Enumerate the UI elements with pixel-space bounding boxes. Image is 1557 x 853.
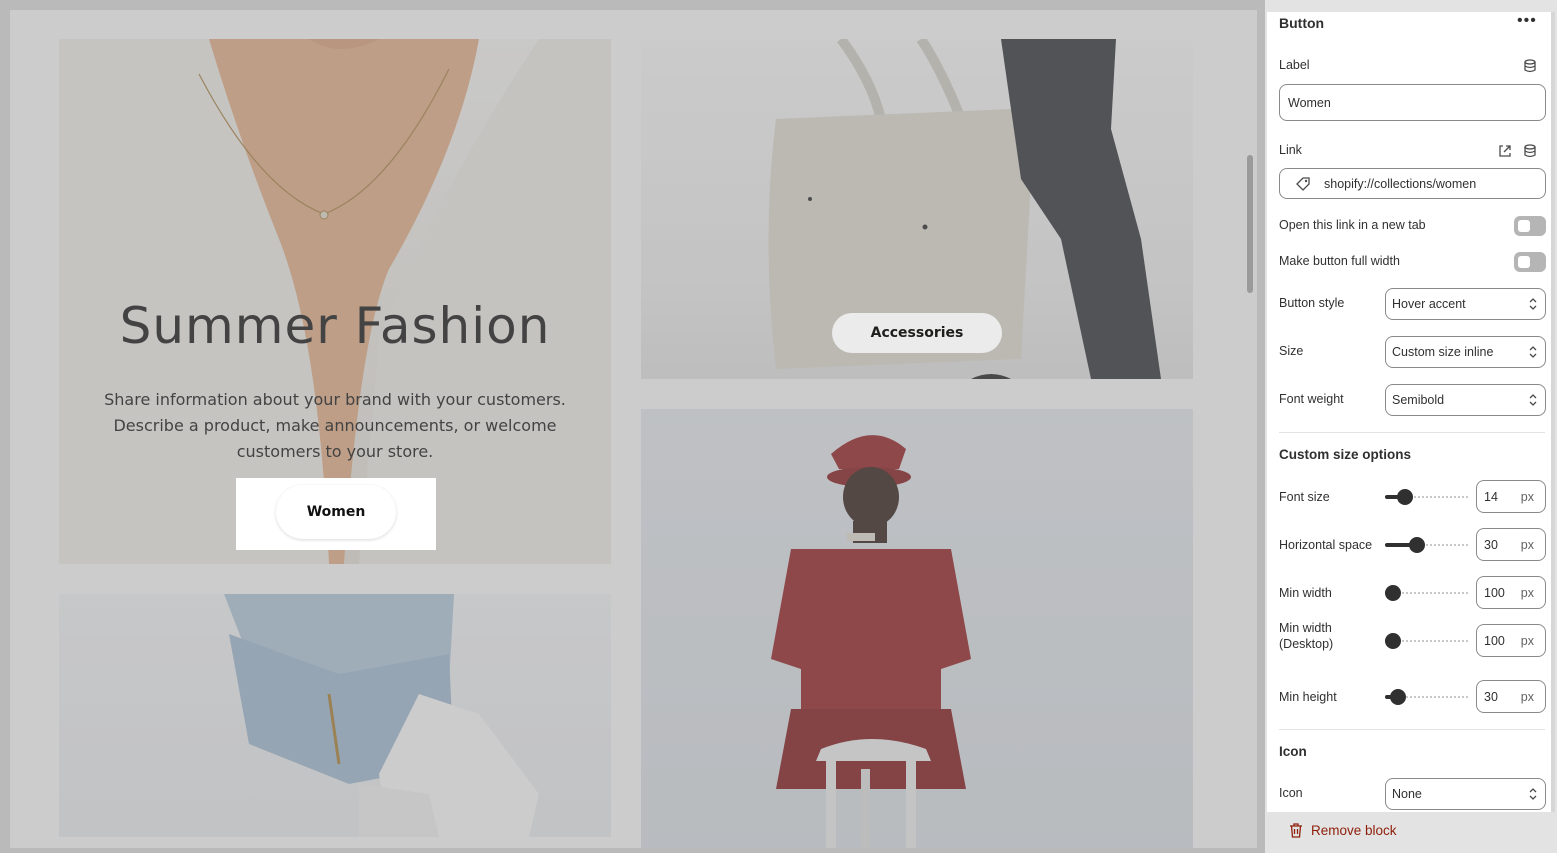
slider-number-input[interactable]: 100 px (1476, 576, 1546, 609)
slider-thumb (1397, 489, 1413, 505)
slider-value: 30 (1484, 690, 1498, 704)
slider-label: Min height (1279, 690, 1337, 704)
slider-value: 100 (1484, 586, 1505, 600)
select-chevron-icon (1529, 298, 1537, 310)
section-divider (1279, 729, 1545, 730)
accessories-button[interactable]: Accessories (832, 313, 1002, 353)
slider-thumb (1390, 689, 1406, 705)
slider-number-input[interactable]: 14 px (1476, 480, 1546, 513)
select-chevron-icon (1529, 788, 1537, 800)
select-chevron-icon (1529, 394, 1537, 406)
slider-value: 14 (1484, 490, 1498, 504)
panel-scrollbar[interactable] (1551, 12, 1555, 812)
collection-tag-icon (1296, 176, 1310, 191)
jeans-photo (224, 594, 539, 837)
preview-scrollbar[interactable] (1247, 155, 1253, 293)
full-width-toggle-label: Make button full width (1279, 254, 1400, 268)
slider-thumb (1409, 537, 1425, 553)
new-tab-toggle-label: Open this link in a new tab (1279, 218, 1426, 232)
link-input-value: shopify://collections/women (1324, 176, 1477, 191)
range-slider[interactable] (1385, 585, 1469, 601)
label-field-label: Label (1279, 58, 1310, 72)
font-weight-label: Font weight (1279, 392, 1344, 406)
select-chevron-icon (1529, 346, 1537, 358)
button-style-select[interactable]: Hover accent (1385, 288, 1546, 320)
man-photo (771, 435, 971, 848)
slider-label: Min width (1279, 586, 1332, 600)
link-dynamic-source-icon[interactable] (1522, 143, 1538, 159)
slider-number-input[interactable]: 30 px (1476, 680, 1546, 713)
more-horizontal-icon[interactable]: ••• (1517, 12, 1537, 30)
new-tab-toggle[interactable] (1514, 216, 1546, 236)
trash-icon (1290, 823, 1302, 838)
theme-preview: Summer Fashion Share information about y… (10, 10, 1257, 848)
external-link-icon[interactable] (1497, 143, 1513, 159)
icon-select-value: None (1392, 787, 1422, 801)
slider-unit: px (1520, 690, 1534, 704)
slider-value: 30 (1484, 538, 1498, 552)
link-input[interactable]: shopify://collections/women (1279, 168, 1546, 199)
full-width-toggle[interactable] (1514, 252, 1546, 272)
size-value: Custom size inline (1392, 345, 1494, 359)
slider-number-input[interactable]: 30 px (1476, 528, 1546, 561)
slider-label: Horizontal space (1279, 538, 1373, 552)
slider-unit: px (1520, 586, 1534, 600)
range-slider[interactable] (1385, 689, 1469, 705)
icon-section-heading: Icon (1279, 744, 1307, 759)
block-settings-panel: Button ••• Label Women Link shopify://co… (1267, 12, 1551, 823)
size-label: Size (1279, 344, 1304, 358)
remove-block-label: Remove block (1311, 823, 1397, 838)
font-weight-select[interactable]: Semibold (1385, 384, 1546, 416)
slider-value: 100 (1484, 634, 1505, 648)
range-slider[interactable] (1385, 489, 1469, 505)
selected-block-highlight: Women (236, 478, 436, 550)
section-divider (1279, 432, 1545, 433)
hero-title: Summer Fashion (119, 297, 551, 355)
hero-text: Share information about your brand with … (104, 390, 566, 461)
slider-label: Font size (1279, 490, 1330, 504)
label-input-value: Women (1288, 95, 1331, 110)
remove-block-button[interactable]: Remove block (1289, 823, 1397, 838)
dynamic-source-icon[interactable] (1522, 58, 1538, 74)
label-input[interactable]: Women (1279, 84, 1546, 121)
slider-number-input[interactable]: 100 px (1476, 624, 1546, 657)
jeans-collection-tile[interactable] (59, 594, 611, 837)
women-button[interactable]: Women (276, 485, 396, 539)
panel-title: Button (1279, 15, 1325, 31)
slider-unit: px (1520, 490, 1534, 504)
slider-unit: px (1520, 634, 1534, 648)
slider-thumb (1385, 633, 1401, 649)
link-field-label: Link (1279, 143, 1302, 157)
icon-select-label: Icon (1279, 786, 1303, 800)
men-collection-tile[interactable] (641, 409, 1193, 848)
button-style-value: Hover accent (1392, 297, 1466, 311)
button-style-label: Button style (1279, 296, 1345, 310)
size-select[interactable]: Custom size inline (1385, 336, 1546, 368)
slider-label: Min width (Desktop) (1279, 621, 1334, 651)
range-slider[interactable] (1385, 633, 1469, 649)
font-weight-value: Semibold (1392, 393, 1445, 407)
custom-size-heading: Custom size options (1279, 447, 1412, 462)
icon-select[interactable]: None (1385, 778, 1546, 810)
range-slider[interactable] (1385, 537, 1469, 553)
slider-unit: px (1520, 538, 1534, 552)
slider-thumb (1385, 585, 1401, 601)
